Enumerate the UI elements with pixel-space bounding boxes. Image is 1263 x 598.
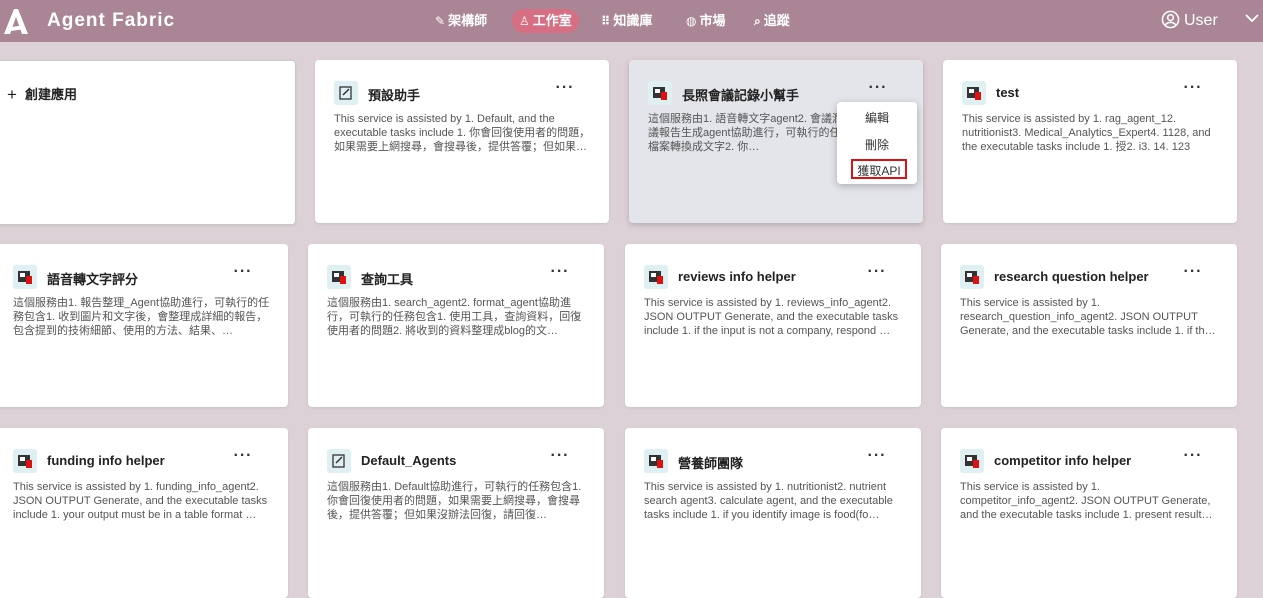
more-options-button[interactable]: ··· <box>1182 80 1204 101</box>
nav-tracking-label: 追蹤 <box>763 13 790 28</box>
app-card[interactable]: 預設助手 ··· This service is assisted by 1. … <box>315 60 609 223</box>
get-api-menu-item[interactable]: 獲取API <box>851 159 907 179</box>
app-card[interactable]: research question helper ··· This servic… <box>941 244 1237 407</box>
more-options-button[interactable]: ··· <box>549 448 571 469</box>
card-title: research question helper <box>994 269 1149 284</box>
app-icon <box>960 265 984 289</box>
more-options-button[interactable]: ··· <box>232 448 254 469</box>
more-options-button[interactable]: ··· <box>1182 448 1204 469</box>
more-options-button[interactable]: ··· <box>554 80 576 101</box>
doc-icon <box>334 81 358 105</box>
app-card[interactable]: reviews info helper ··· This service is … <box>625 244 921 407</box>
globe-icon: ◍ <box>686 14 697 28</box>
app-icon <box>327 265 351 289</box>
nav-market-label: 市場 <box>699 13 726 28</box>
user-label: User <box>1184 12 1218 29</box>
chevron-down-icon[interactable] <box>1245 14 1259 23</box>
card-title: 營養師團隊 <box>678 456 744 471</box>
app-card[interactable]: 查詢工具 ··· 這個服務由1. search_agent2. format_a… <box>308 244 604 407</box>
card-title: 預設助手 <box>368 88 421 103</box>
app-card[interactable]: test ··· This service is assisted by 1. … <box>943 60 1237 223</box>
top-navbar: Agent Fabric ✎ 架構師 ♙ 工作室 ⠿ 知識庫 ◍ 市場 ⌕ 追蹤 User <box>0 0 1263 42</box>
create-app-card[interactable]: + 創建應用 <box>0 60 296 225</box>
more-options-button[interactable]: ··· <box>867 80 889 101</box>
card-title: competitor info helper <box>994 453 1132 468</box>
app-icon <box>13 449 37 473</box>
card-title: reviews info helper <box>678 269 796 284</box>
more-options-button[interactable]: ··· <box>1182 264 1204 285</box>
app-icon <box>648 81 672 105</box>
card-context-menu: 編輯 刪除 獲取API <box>837 102 917 184</box>
card-description: This service is assisted by 1. competito… <box>960 481 1211 521</box>
app-card[interactable]: 營養師團隊 ··· This service is assisted by 1.… <box>625 428 921 598</box>
nav-architect[interactable]: ✎ 架構師 <box>428 9 494 33</box>
user-menu[interactable]: User <box>1161 10 1218 32</box>
logo-icon[interactable] <box>2 7 30 35</box>
app-icon <box>644 449 668 473</box>
nav-studio-label: 工作室 <box>532 13 572 28</box>
delete-menu-item[interactable]: 刪除 <box>837 136 917 153</box>
nav-studio[interactable]: ♙ 工作室 <box>512 9 579 33</box>
user-icon <box>1161 10 1180 29</box>
nav-architect-label: 架構師 <box>448 13 488 28</box>
card-title: funding info helper <box>47 453 165 468</box>
app-icon <box>13 265 37 289</box>
edit-menu-item[interactable]: 編輯 <box>837 109 917 126</box>
card-title: test <box>996 85 1020 100</box>
card-description: 這個服務由1. search_agent2. format_agent協助進行，… <box>327 297 582 337</box>
grid-icon: ⠿ <box>601 14 611 28</box>
card-description: This service is assisted by 1. nutrition… <box>644 481 893 521</box>
app-card[interactable]: 語音轉文字評分 ··· 這個服務由1. 報告整理_Agent協助進行，可執行的任… <box>0 244 288 407</box>
nav-knowledge-base[interactable]: ⠿ 知識庫 <box>594 9 659 33</box>
search-icon: ⌕ <box>754 14 761 28</box>
more-options-button[interactable]: ··· <box>549 264 571 285</box>
more-options-button[interactable]: ··· <box>232 264 254 285</box>
card-title: Default_Agents <box>361 453 457 468</box>
card-description: This service is assisted by 1. research_… <box>960 297 1211 337</box>
doc-icon <box>327 449 351 473</box>
app-icon <box>960 449 984 473</box>
app-card[interactable]: Default_Agents ··· 這個服務由1. Default協助進行，可… <box>308 428 604 598</box>
create-app-button[interactable]: + 創建應用 <box>7 84 77 105</box>
card-title: 語音轉文字評分 <box>47 272 139 287</box>
app-card[interactable]: funding info helper ··· This service is … <box>0 428 288 598</box>
app-card[interactable]: competitor info helper ··· This service … <box>941 428 1237 598</box>
plus-icon: + <box>7 85 17 104</box>
card-description: 這個服務由1. Default協助進行，可執行的任務包含1. 你會回復使用者的問… <box>327 481 582 521</box>
card-description: This service is assisted by 1. funding_i… <box>13 481 268 521</box>
card-description: This service is assisted by 1. rag_agent… <box>962 113 1211 153</box>
card-description: This service is assisted by 1. Default, … <box>334 113 591 153</box>
app-title[interactable]: Agent Fabric <box>47 10 175 32</box>
card-description: 這個服務由1. 報告整理_Agent協助進行，可執行的任務包含1. 收到圖片和文… <box>13 297 270 337</box>
wand-icon: ✎ <box>435 14 446 28</box>
card-title: 查詢工具 <box>361 272 414 287</box>
nav-knowledge-base-label: 知識庫 <box>613 13 653 28</box>
card-title: 長照會議記錄小幫手 <box>682 88 800 103</box>
card-description: This service is assisted by 1. reviews_i… <box>644 297 899 337</box>
app-icon <box>962 81 986 105</box>
more-options-button[interactable]: ··· <box>866 264 888 285</box>
studio-icon: ♙ <box>519 14 530 28</box>
nav-tracking[interactable]: ⌕ 追蹤 <box>747 9 797 33</box>
app-icon <box>644 265 668 289</box>
nav-market[interactable]: ◍ 市場 <box>679 9 733 33</box>
create-app-label: 創建應用 <box>24 87 77 102</box>
more-options-button[interactable]: ··· <box>866 448 888 469</box>
